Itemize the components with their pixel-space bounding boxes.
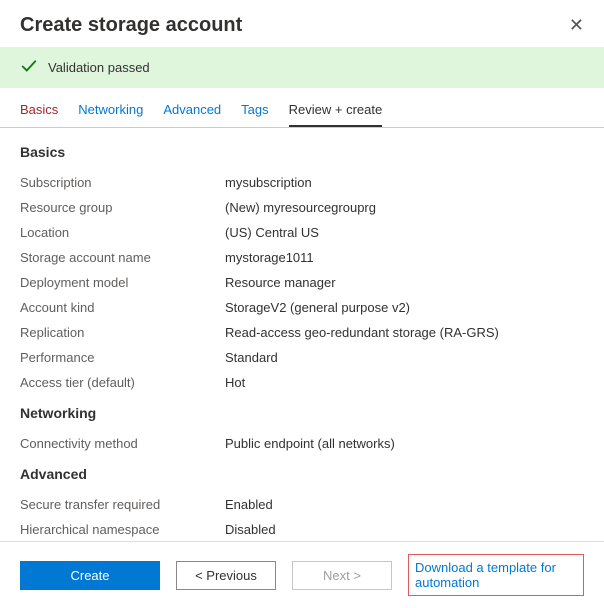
row-account-name: Storage account namemystorage1011 — [20, 245, 584, 270]
close-icon[interactable]: ✕ — [569, 15, 584, 36]
label: Secure transfer required — [20, 497, 225, 512]
label: Connectivity method — [20, 436, 225, 451]
page-title: Create storage account — [20, 14, 242, 37]
value: (New) myresourcegrouprg — [225, 200, 376, 215]
value: Enabled — [225, 497, 273, 512]
create-button[interactable]: Create — [20, 561, 160, 590]
label: Location — [20, 225, 225, 240]
tab-bar: Basics Networking Advanced Tags Review +… — [0, 88, 604, 128]
tab-advanced[interactable]: Advanced — [163, 102, 221, 127]
value: mysubscription — [225, 175, 312, 190]
row-subscription: Subscriptionmysubscription — [20, 170, 584, 195]
label: Subscription — [20, 175, 225, 190]
row-replication: ReplicationRead-access geo-redundant sto… — [20, 320, 584, 345]
section-heading-advanced: Advanced — [20, 466, 584, 482]
value: StorageV2 (general purpose v2) — [225, 300, 410, 315]
validation-text: Validation passed — [48, 60, 150, 75]
value: mystorage1011 — [225, 250, 314, 265]
row-location: Location(US) Central US — [20, 220, 584, 245]
value: Resource manager — [225, 275, 336, 290]
value: Hot — [225, 375, 245, 390]
section-heading-networking: Networking — [20, 405, 584, 421]
section-heading-basics: Basics — [20, 144, 584, 160]
row-deployment: Deployment modelResource manager — [20, 270, 584, 295]
row-kind: Account kindStorageV2 (general purpose v… — [20, 295, 584, 320]
row-performance: PerformanceStandard — [20, 345, 584, 370]
tab-tags[interactable]: Tags — [241, 102, 268, 127]
tab-networking[interactable]: Networking — [78, 102, 143, 127]
validation-banner: Validation passed — [0, 47, 604, 88]
row-secure-transfer: Secure transfer requiredEnabled — [20, 492, 584, 517]
next-button: Next > — [292, 561, 392, 590]
value: Public endpoint (all networks) — [225, 436, 395, 451]
label: Access tier (default) — [20, 375, 225, 390]
row-connectivity: Connectivity methodPublic endpoint (all … — [20, 431, 584, 456]
download-template-link[interactable]: Download a template for automation — [408, 554, 584, 596]
label: Resource group — [20, 200, 225, 215]
row-access-tier: Access tier (default)Hot — [20, 370, 584, 395]
row-hns: Hierarchical namespaceDisabled — [20, 517, 584, 538]
tab-review-create[interactable]: Review + create — [289, 102, 383, 127]
label: Storage account name — [20, 250, 225, 265]
footer-bar: Create < Previous Next > Download a temp… — [0, 541, 604, 608]
row-resource-group: Resource group(New) myresourcegrouprg — [20, 195, 584, 220]
previous-button[interactable]: < Previous — [176, 561, 276, 590]
label: Hierarchical namespace — [20, 522, 225, 537]
check-icon — [20, 57, 38, 78]
value: Read-access geo-redundant storage (RA-GR… — [225, 325, 499, 340]
value: Disabled — [225, 522, 276, 537]
tab-basics[interactable]: Basics — [20, 102, 58, 127]
value: Standard — [225, 350, 278, 365]
label: Account kind — [20, 300, 225, 315]
panel-header: Create storage account ✕ — [0, 0, 604, 47]
label: Deployment model — [20, 275, 225, 290]
label: Performance — [20, 350, 225, 365]
value: (US) Central US — [225, 225, 319, 240]
label: Replication — [20, 325, 225, 340]
review-content: Basics Subscriptionmysubscription Resour… — [0, 128, 604, 538]
